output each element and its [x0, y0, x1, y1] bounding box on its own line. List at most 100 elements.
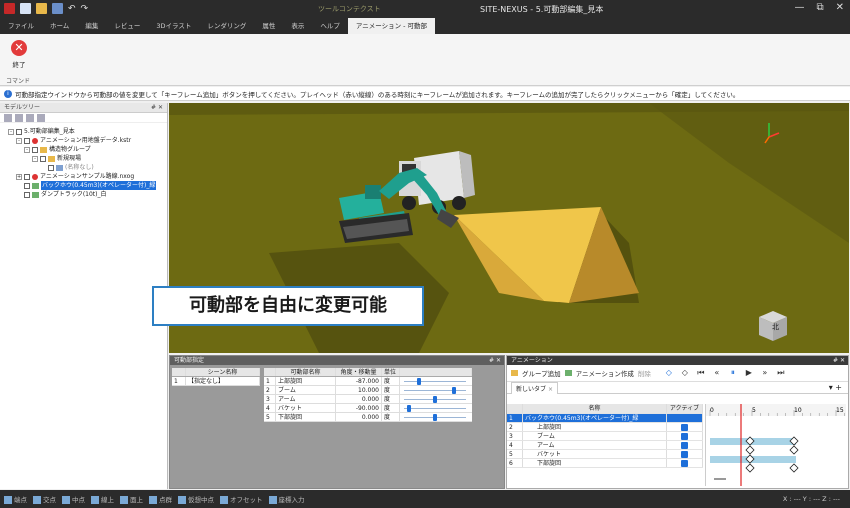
snap-midpoint[interactable]: 中点 — [62, 494, 85, 504]
part-value-input[interactable]: -87.000 — [336, 377, 382, 385]
tree-node[interactable]: - 新規現場 — [32, 154, 81, 163]
tab-review[interactable]: レビュー — [106, 18, 148, 34]
checkbox[interactable] — [48, 164, 54, 171]
snap-intersection[interactable]: 交点 — [33, 494, 56, 504]
snap-on-line[interactable]: 線上 — [91, 494, 114, 504]
timeline[interactable]: 0 5 10 15 — [705, 404, 846, 486]
active-checkbox[interactable] — [681, 433, 688, 440]
expand-icon[interactable]: + — [16, 173, 22, 180]
part-slider[interactable] — [400, 377, 472, 386]
new-file-icon[interactable] — [20, 3, 31, 14]
tree-node-selected[interactable]: バックホウ(0.45m3)(オペレーター付)_緑 — [24, 181, 157, 190]
tree-node[interactable]: -5.可動部編集_見本 — [8, 127, 75, 136]
part-slider[interactable] — [400, 395, 472, 404]
coordinate-input[interactable]: 座標入力 — [268, 494, 305, 504]
tab-animation-movable[interactable]: アニメーション - 可動部 — [347, 18, 436, 34]
panel-pin-close[interactable]: # ✕ — [833, 356, 845, 365]
snap-endpoint[interactable]: 端点 — [4, 494, 27, 504]
checkbox[interactable] — [40, 155, 46, 162]
sort-icon[interactable] — [37, 114, 45, 122]
expand-all-icon[interactable] — [4, 114, 12, 122]
add-tab-icon[interactable]: ▾ + — [829, 383, 848, 392]
maximize-button[interactable]: ⧉ — [816, 2, 823, 13]
track-row[interactable]: 4 アーム — [507, 441, 703, 450]
tab-view[interactable]: 表示 — [283, 18, 312, 34]
timeline-scrollbar[interactable] — [714, 478, 726, 480]
part-value-input[interactable]: -90.000 — [336, 404, 382, 412]
part-row[interactable]: 1 上部旋回 -87.000 度 — [264, 377, 472, 386]
tab-edit[interactable]: 編集 — [77, 18, 106, 34]
add-keyframe-icon[interactable]: ◇ — [663, 367, 675, 379]
slider-thumb[interactable] — [451, 387, 456, 394]
play-icon[interactable]: ▶ — [743, 367, 755, 379]
part-row[interactable]: 4 バケット -90.000 度 — [264, 404, 472, 413]
active-checkbox[interactable] — [681, 424, 688, 431]
tab-attributes[interactable]: 属性 — [254, 18, 283, 34]
redo-icon[interactable]: ↷ — [81, 4, 89, 14]
active-checkbox[interactable] — [681, 442, 688, 449]
remove-keyframe-icon[interactable]: ◇ — [679, 367, 691, 379]
checkbox[interactable] — [24, 182, 30, 189]
tab-new[interactable]: 新しいタブ × — [511, 381, 558, 394]
delete-button[interactable]: 削除 — [638, 368, 651, 378]
track-row[interactable]: 2 上部旋回 — [507, 423, 703, 432]
go-start-icon[interactable]: ⏮ — [695, 367, 707, 379]
tab-rendering[interactable]: レンダリング — [199, 18, 254, 34]
part-row[interactable]: 3 アーム 0.000 度 — [264, 395, 472, 404]
tab-file[interactable]: ファイル — [0, 18, 42, 34]
slider-thumb[interactable] — [433, 414, 437, 421]
part-value-input[interactable]: 0.000 — [336, 413, 382, 421]
close-button[interactable]: ✕ — [836, 2, 844, 13]
slider-thumb[interactable] — [433, 396, 437, 403]
tree-node[interactable]: - 構造物グループ — [24, 145, 91, 154]
part-slider[interactable] — [400, 404, 472, 413]
panel-pin-close[interactable]: # ✕ — [489, 356, 501, 365]
tab-3d-illust[interactable]: 3Dイラスト — [148, 18, 199, 34]
tree-node[interactable]: - アニメーション用地盤データ.kstr — [16, 136, 131, 145]
checkbox[interactable] — [24, 191, 30, 198]
tree-node[interactable]: (名称なし) — [48, 163, 94, 172]
tree-node[interactable]: ダンプトラック(10t)_白 — [24, 190, 107, 199]
close-tab-icon[interactable]: × — [548, 386, 553, 393]
checkbox[interactable] — [16, 128, 22, 135]
end-button[interactable]: ✕ 終了 — [6, 40, 32, 69]
collapse-icon[interactable]: - — [8, 128, 14, 135]
snap-point-cloud[interactable]: 点群 — [149, 494, 172, 504]
track-row-selected[interactable]: 1 バックホウ(0.45m3)(オペレーター付)_緑 — [507, 414, 703, 423]
tree-node[interactable]: + アニメーションサンプル路線.nxog — [16, 172, 134, 181]
go-end-icon[interactable]: ⏭ — [775, 367, 787, 379]
collapse-all-icon[interactable] — [15, 114, 23, 122]
snap-on-face[interactable]: 面上 — [120, 494, 143, 504]
snap-virtual-midpoint[interactable]: 仮想中点 — [178, 494, 214, 504]
part-row[interactable]: 5 下部旋回 0.000 度 — [264, 413, 472, 422]
panel-pin-close[interactable]: # ✕ — [151, 103, 163, 112]
track-row[interactable]: 6 下部旋回 — [507, 459, 703, 468]
open-folder-icon[interactable] — [36, 3, 47, 14]
track-row[interactable]: 5 バケット — [507, 450, 703, 459]
part-value-input[interactable]: 0.000 — [336, 395, 382, 403]
filter-icon[interactable] — [26, 114, 34, 122]
tab-home[interactable]: ホーム — [42, 18, 77, 34]
scene-row[interactable]: 1 【指定なし】 — [172, 377, 260, 386]
add-group-button[interactable]: グループ追加 — [522, 368, 561, 378]
part-value-input[interactable]: 10.000 — [336, 386, 382, 394]
create-animation-button[interactable]: アニメーション作成 — [576, 368, 634, 378]
checkbox[interactable] — [32, 146, 38, 153]
tab-help[interactable]: ヘルプ — [312, 18, 348, 34]
pause-icon[interactable]: ⏸ — [727, 367, 739, 379]
track-row[interactable]: 3 ブーム — [507, 432, 703, 441]
step-back-icon[interactable]: « — [711, 367, 723, 379]
undo-icon[interactable]: ↶ — [68, 4, 76, 14]
slider-thumb[interactable] — [406, 405, 411, 412]
step-forward-icon[interactable]: » — [759, 367, 771, 379]
part-slider[interactable] — [400, 386, 472, 395]
minimize-button[interactable]: — — [794, 2, 804, 13]
part-slider[interactable] — [400, 413, 472, 422]
save-icon[interactable] — [52, 3, 63, 14]
part-row[interactable]: 2 ブーム 10.000 度 — [264, 386, 472, 395]
snap-offset[interactable]: オフセット — [220, 494, 263, 504]
slider-thumb[interactable] — [416, 378, 421, 385]
collapse-icon[interactable]: - — [24, 146, 30, 153]
active-checkbox[interactable] — [681, 460, 688, 467]
active-checkbox[interactable] — [681, 451, 688, 458]
